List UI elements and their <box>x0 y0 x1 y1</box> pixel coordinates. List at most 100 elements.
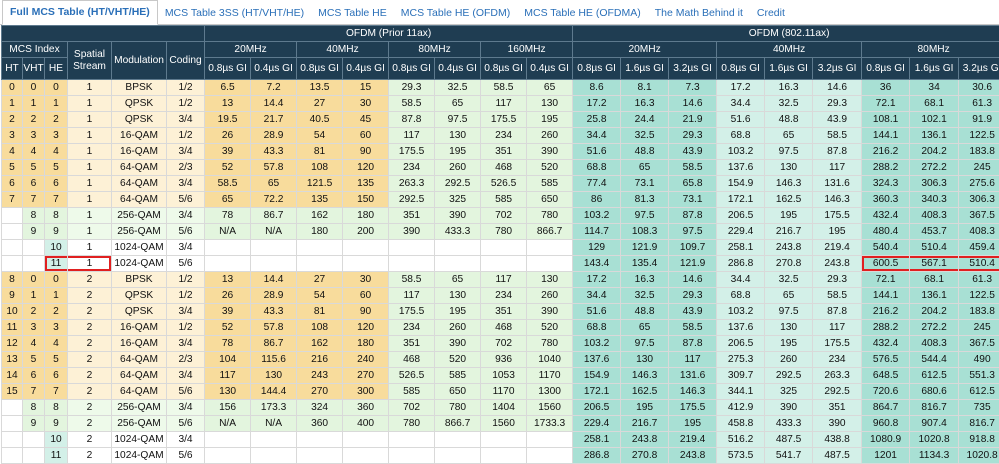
cell-prior-rate: N/A <box>251 224 297 240</box>
tab-1[interactable]: MCS Table 3SS (HT/VHT/HE) <box>158 2 311 24</box>
header-prior-gi: 0.4µs GI <box>251 58 297 80</box>
cell-modulation: BPSK <box>112 80 167 96</box>
cell-ax-rate: 516.2 <box>717 432 765 448</box>
cell-he: 0 <box>45 80 68 96</box>
cell-ax-rate: 600.5 <box>862 256 910 272</box>
cell-ax-rate: 81.3 <box>621 192 669 208</box>
cell-ax-rate: 243.8 <box>621 432 669 448</box>
cell-ax-rate: 453.7 <box>910 224 959 240</box>
cell-coding: 3/4 <box>167 208 205 224</box>
cell-ax-rate: 816.7 <box>959 416 999 432</box>
header-prior-gi: 0.4µs GI <box>527 58 573 80</box>
cell-prior-rate: 65 <box>435 96 481 112</box>
cell-ax-rate: 146.3 <box>765 176 813 192</box>
cell-he: 3 <box>45 128 68 144</box>
cell-prior-rate: 234 <box>389 160 435 176</box>
table-row: 1021024-QAM3/4258.1243.8219.4516.2487.54… <box>2 432 999 448</box>
cell-ax-rate: 130 <box>621 352 669 368</box>
cell-ax-rate: 1134.3 <box>910 448 959 464</box>
cell-he: 4 <box>45 336 68 352</box>
cell-ax-rate: 175.5 <box>669 400 717 416</box>
cell-ax-rate: 137.6 <box>573 352 621 368</box>
cell-ax-rate: 130 <box>765 160 813 176</box>
cell-ht <box>2 400 23 416</box>
cell-he: 6 <box>45 176 68 192</box>
cell-ax-rate: 17.2 <box>573 96 621 112</box>
cell-prior-rate: 130 <box>527 272 573 288</box>
tab-5[interactable]: The Math Behind it <box>648 2 750 24</box>
cell-he: 3 <box>45 320 68 336</box>
header-prior-80mhz: 80MHz <box>389 42 481 58</box>
cell-prior-rate: 130 <box>435 288 481 304</box>
table-row: 777164-QAM5/66572.2135150292.53255856508… <box>2 192 999 208</box>
cell-ax-rate: 195 <box>765 208 813 224</box>
table-row: 1133216-QAM1/25257.810812023426046852068… <box>2 320 999 336</box>
cell-prior-rate: 1053 <box>481 368 527 384</box>
tab-3[interactable]: MCS Table HE (OFDM) <box>394 2 518 24</box>
cell-prior-rate: 1170 <box>527 368 573 384</box>
cell-vht: 2 <box>23 304 45 320</box>
cell-modulation: QPSK <box>112 96 167 112</box>
cell-modulation: QPSK <box>112 304 167 320</box>
cell-prior-rate: 702 <box>389 400 435 416</box>
cell-ax-rate: 433.3 <box>765 416 813 432</box>
cell-prior-rate: 325 <box>435 192 481 208</box>
cell-prior-rate: 520 <box>435 352 481 368</box>
cell-prior-rate: 117 <box>481 96 527 112</box>
cell-vht: 6 <box>23 368 45 384</box>
cell-prior-rate: 468 <box>481 320 527 336</box>
cell-spatial-stream: 1 <box>68 208 112 224</box>
cell-ax-rate: 487.5 <box>765 432 813 448</box>
tab-bar: Full MCS Table (HT/VHT/HE)MCS Table 3SS … <box>0 0 999 25</box>
cell-prior-rate: 52 <box>205 320 251 336</box>
cell-prior-rate: 117 <box>389 128 435 144</box>
cell-spatial-stream: 2 <box>68 336 112 352</box>
cell-spatial-stream: 1 <box>68 192 112 208</box>
cell-ax-rate: 65 <box>621 160 669 176</box>
cell-prior-rate <box>251 240 297 256</box>
cell-ax-rate: 108.3 <box>621 224 669 240</box>
cell-ax-rate: 216.2 <box>862 144 910 160</box>
cell-prior-rate: 433.3 <box>435 224 481 240</box>
cell-prior-rate: N/A <box>251 416 297 432</box>
tab-2[interactable]: MCS Table HE <box>311 2 394 24</box>
tab-6[interactable]: Credit <box>750 2 792 24</box>
cell-vht: 1 <box>23 96 45 112</box>
cell-ax-rate: 32.5 <box>621 288 669 304</box>
cell-ax-rate: 229.4 <box>573 416 621 432</box>
table-row: 1011024-QAM3/4129121.9109.7258.1243.8219… <box>2 240 999 256</box>
header-prior-160mhz: 160MHz <box>481 42 573 58</box>
cell-prior-rate: 87.8 <box>389 112 435 128</box>
cell-ht: 14 <box>2 368 23 384</box>
cell-prior-rate <box>343 256 389 272</box>
cell-modulation: 256-QAM <box>112 224 167 240</box>
cell-ax-rate: 14.6 <box>813 80 862 96</box>
cell-prior-rate: 520 <box>527 160 573 176</box>
cell-prior-rate: 14.4 <box>251 96 297 112</box>
cell-ax-rate: 87.8 <box>813 304 862 320</box>
cell-prior-rate <box>527 432 573 448</box>
cell-ax-rate: 1020.8 <box>910 432 959 448</box>
cell-ax-rate: 114.7 <box>573 224 621 240</box>
cell-prior-rate: 78 <box>205 208 251 224</box>
cell-ax-rate: 137.6 <box>717 160 765 176</box>
cell-spatial-stream: 2 <box>68 384 112 400</box>
cell-prior-rate: 260 <box>435 320 481 336</box>
cell-prior-rate: 65 <box>435 272 481 288</box>
cell-prior-rate: 780 <box>435 400 481 416</box>
tab-0[interactable]: Full MCS Table (HT/VHT/HE) <box>2 0 158 25</box>
cell-ax-rate: 541.7 <box>765 448 813 464</box>
cell-prior-rate: 324 <box>297 400 343 416</box>
cell-modulation: 16-QAM <box>112 320 167 336</box>
cell-ht: 4 <box>2 144 23 160</box>
cell-prior-rate <box>389 240 435 256</box>
cell-spatial-stream: 2 <box>68 304 112 320</box>
cell-prior-rate: 135 <box>343 176 389 192</box>
cell-ax-rate: 270.8 <box>621 448 669 464</box>
cell-ax-rate: 567.1 <box>910 256 959 272</box>
cell-he: 11 <box>45 448 68 464</box>
tab-4[interactable]: MCS Table HE (OFDMA) <box>517 2 648 24</box>
cell-ax-rate: 172.1 <box>717 192 765 208</box>
cell-ax-rate: 29.3 <box>813 272 862 288</box>
cell-prior-rate: 130 <box>527 96 573 112</box>
